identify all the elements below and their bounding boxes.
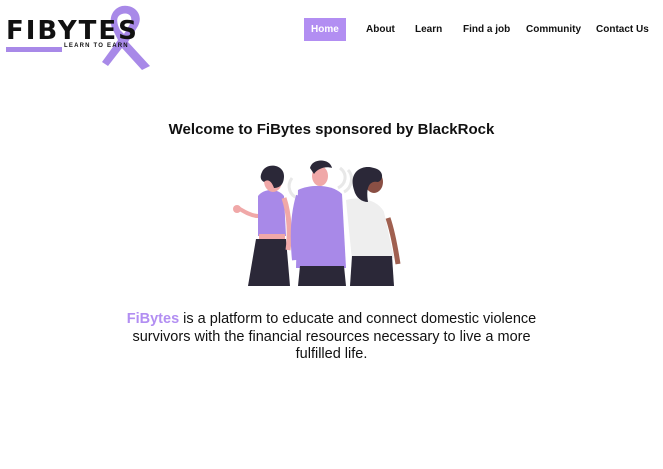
intro-text: is a platform to educate and connect dom… [132,311,537,362]
three-people-illustration [233,160,401,286]
brand-name-text: FiBytes [126,311,180,327]
person-right-figure [346,166,401,286]
page-title: Welcome to FiBytes sponsored by BlackRoc… [168,121,495,138]
person-left-figure [233,165,292,286]
intro-paragraph: FiBytes is a platform to educate and con… [109,311,554,364]
person-middle-figure [290,160,346,286]
nav-find-a-job[interactable]: Find a job [463,18,510,41]
site-header: FIBYTES LEARN TO EARN Home About Learn F… [0,0,663,72]
nav-about[interactable]: About [366,18,395,41]
nav-contact-us[interactable]: Contact Us [596,18,649,41]
nav-learn[interactable]: Learn [415,18,442,41]
logo-tagline: LEARN TO EARN [64,43,129,49]
nav-home[interactable]: Home [304,18,346,41]
main-nav: Home About Learn Find a job Community Co… [0,18,663,41]
nav-community[interactable]: Community [526,18,581,41]
logo-underline [6,47,62,52]
